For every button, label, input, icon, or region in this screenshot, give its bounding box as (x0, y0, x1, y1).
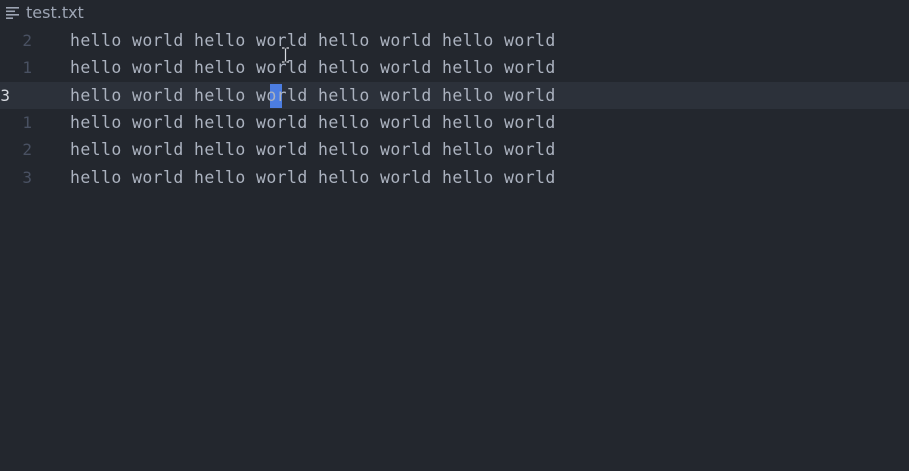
line-text[interactable]: hello world hello world hello world hell… (70, 54, 556, 81)
file-text-icon (6, 7, 19, 19)
tab-title[interactable]: test.txt (26, 3, 84, 23)
editor-line-current[interactable]: 3 hello world hello world hello world he… (0, 82, 909, 109)
editor-line[interactable]: 3 hello world hello world hello world he… (0, 164, 909, 191)
line-number: 2 (22, 140, 32, 159)
editor-line[interactable]: 1 hello world hello world hello world he… (0, 54, 909, 81)
line-number: 3 (22, 168, 32, 187)
tab-bar: test.txt (0, 0, 909, 26)
line-text[interactable]: hello world hello world hello world hell… (70, 109, 556, 136)
editor-line[interactable]: 2 hello world hello world hello world he… (0, 136, 909, 163)
line-text[interactable]: hello world hello world hello world hell… (70, 27, 556, 54)
line-number: 2 (22, 31, 32, 50)
line-number: 3 (0, 86, 10, 105)
line-text[interactable]: hello world hello world hello world hell… (70, 82, 556, 109)
editor-line[interactable]: 1 hello world hello world hello world he… (0, 109, 909, 136)
editor-line[interactable]: 2 hello world hello world hello world he… (0, 27, 909, 54)
text-editor[interactable]: 2 hello world hello world hello world he… (0, 27, 909, 471)
text-cursor-icon (282, 47, 289, 63)
line-number: 1 (22, 113, 32, 132)
line-text[interactable]: hello world hello world hello world hell… (70, 164, 556, 191)
line-text[interactable]: hello world hello world hello world hell… (70, 136, 556, 163)
line-number: 1 (22, 58, 32, 77)
